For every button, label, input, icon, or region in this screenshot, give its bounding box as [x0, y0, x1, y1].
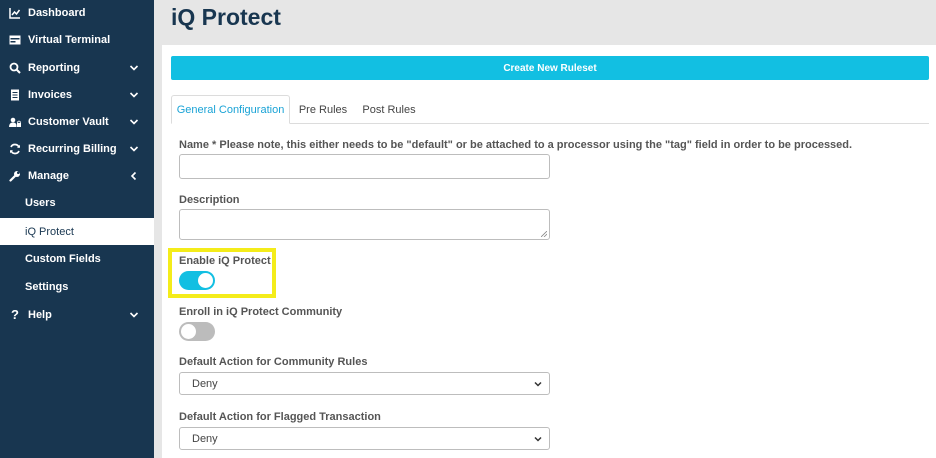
name-input[interactable]: [179, 154, 550, 179]
enroll-label: Enroll in iQ Protect Community: [179, 306, 343, 318]
sidebar-item-label: Virtual Terminal: [28, 33, 111, 46]
sidebar-subitem-custom-fields[interactable]: Custom Fields: [0, 245, 154, 272]
sidebar-item-label: Manage: [28, 169, 69, 182]
sidebar-item-label: Dashboard: [28, 6, 86, 19]
search-icon: [9, 62, 21, 74]
sidebar-item-manage[interactable]: Manage: [0, 162, 154, 189]
terminal-icon: [9, 34, 21, 46]
chart-line-icon: [9, 7, 21, 19]
users-lock-icon: [9, 116, 21, 128]
sidebar-item-label: Invoices: [28, 88, 73, 101]
flagged-action-select[interactable]: Deny: [179, 427, 550, 450]
sidebar-item-help[interactable]: ? Help: [0, 301, 154, 328]
chevron-down-icon: [128, 143, 140, 155]
description-textarea[interactable]: [179, 209, 550, 240]
tab-post-rules[interactable]: Post Rules: [356, 95, 422, 124]
sidebar-item-reporting[interactable]: Reporting: [0, 54, 154, 81]
sidebar-item-recurring-billing[interactable]: Recurring Billing: [0, 135, 154, 162]
question-icon: ?: [11, 307, 19, 322]
community-action-label: Default Action for Community Rules: [179, 356, 368, 368]
chevron-down-icon: [128, 89, 140, 101]
sidebar-item-invoices[interactable]: Invoices: [0, 81, 154, 108]
chevron-down-icon: [128, 62, 140, 74]
toggle-knob: [198, 273, 213, 288]
chevron-down-icon: [128, 116, 140, 128]
flagged-action-value: Deny: [192, 432, 218, 445]
chevron-down-icon: [534, 436, 542, 442]
flagged-action-label: Default Action for Flagged Transaction: [179, 411, 381, 423]
sidebar-subitem-users[interactable]: Users: [0, 189, 154, 216]
create-ruleset-button[interactable]: Create New Ruleset: [171, 56, 929, 80]
sidebar-item-label: Users: [25, 196, 56, 209]
sidebar-item-customer-vault[interactable]: Customer Vault: [0, 108, 154, 135]
description-label: Description: [179, 194, 240, 206]
sidebar-subitem-iq-protect[interactable]: iQ Protect: [0, 218, 154, 245]
invoice-icon: [9, 89, 21, 101]
tab-pre-rules[interactable]: Pre Rules: [292, 95, 354, 124]
page-title: iQ Protect: [171, 4, 281, 30]
name-label: Name * Please note, this either needs to…: [179, 139, 853, 151]
sidebar-item-dashboard[interactable]: Dashboard: [0, 0, 154, 26]
sidebar-item-label: Recurring Billing: [28, 142, 117, 155]
sidebar-subitem-settings[interactable]: Settings: [0, 273, 154, 300]
chevron-left-icon: [128, 170, 140, 182]
community-action-value: Deny: [192, 377, 218, 390]
sidebar: Dashboard Virtual Terminal Reporting Inv…: [0, 0, 154, 458]
community-action-select[interactable]: Deny: [179, 372, 550, 395]
sidebar-item-label: Customer Vault: [28, 115, 109, 128]
chevron-down-icon: [534, 381, 542, 387]
chevron-down-icon: [128, 309, 140, 321]
sync-icon: [9, 143, 21, 155]
toggle-knob: [181, 324, 196, 339]
tab-general-configuration[interactable]: General Configuration: [171, 95, 290, 124]
sidebar-item-label: Settings: [25, 280, 69, 293]
resize-grip-icon[interactable]: [541, 231, 547, 237]
sidebar-item-label: iQ Protect: [25, 225, 74, 238]
sidebar-item-label: Help: [28, 308, 52, 321]
sidebar-item-label: Custom Fields: [25, 252, 101, 265]
wrench-icon: [9, 170, 21, 182]
sidebar-item-virtual-terminal[interactable]: Virtual Terminal: [0, 26, 154, 53]
enable-label: Enable iQ Protect: [179, 255, 271, 267]
sidebar-item-label: Reporting: [28, 61, 80, 74]
enroll-community-toggle[interactable]: [179, 322, 215, 341]
enable-iq-protect-toggle[interactable]: [179, 271, 215, 290]
